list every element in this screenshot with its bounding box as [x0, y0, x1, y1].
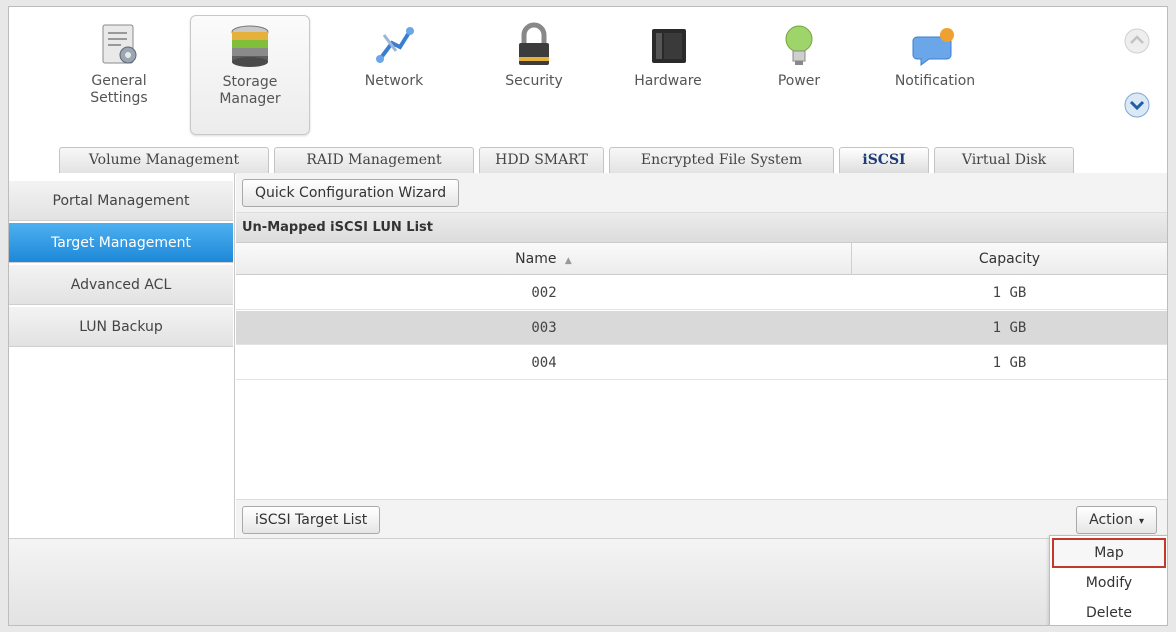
table-row[interactable]: 004 1 GB: [236, 346, 1167, 380]
nav-label-line1: Network: [364, 73, 424, 89]
footer-bar: [9, 538, 1167, 625]
cell-capacity: 1 GB: [992, 320, 1027, 336]
nav-power[interactable]: Power: [754, 15, 844, 135]
app-window: General Settings Storage Manager Network…: [8, 6, 1168, 626]
action-menu: Map Modify Delete: [1049, 535, 1167, 625]
top-nav: General Settings Storage Manager Network…: [9, 7, 1167, 147]
cell-name: 004: [531, 355, 557, 371]
sidebar: Portal Management Target Management Adva…: [9, 173, 235, 538]
cell-name: 002: [531, 285, 557, 301]
nav-general-settings[interactable]: General Settings: [69, 15, 169, 135]
iscsi-target-list-button[interactable]: iSCSI Target List: [242, 506, 381, 534]
nav-label-line2: Settings: [90, 90, 148, 106]
power-bulb-icon: [785, 25, 813, 65]
lock-icon: [519, 22, 549, 65]
nav-label-line2: Manager: [219, 91, 281, 107]
menu-item-delete[interactable]: Delete: [1050, 598, 1167, 625]
nav-label-line1: Security: [505, 73, 563, 89]
action-button-label: Action: [1089, 512, 1133, 528]
main-panel: Quick Configuration Wizard Un-Mapped iSC…: [236, 173, 1167, 538]
cell-capacity: 1 GB: [992, 285, 1027, 301]
nav-label-line1: Notification: [894, 73, 976, 89]
action-dropdown-button[interactable]: Action ▾: [1076, 506, 1157, 534]
nav-storage-manager[interactable]: Storage Manager: [190, 15, 310, 135]
column-header-name[interactable]: Name ▲: [236, 243, 852, 275]
chevron-down-icon[interactable]: [1123, 91, 1151, 119]
tab-virtual-disk[interactable]: Virtual Disk: [934, 147, 1074, 174]
quick-configuration-wizard-button[interactable]: Quick Configuration Wizard: [242, 179, 460, 207]
column-header-capacity[interactable]: Capacity: [852, 243, 1167, 275]
nav-security[interactable]: Security: [484, 15, 584, 135]
menu-item-modify[interactable]: Modify: [1050, 568, 1167, 598]
tab-iscsi[interactable]: iSCSI: [839, 147, 929, 174]
cell-capacity: 1 GB: [992, 355, 1027, 371]
sidebar-item-advanced-acl[interactable]: Advanced ACL: [9, 265, 233, 305]
general-settings-icon: [102, 24, 137, 64]
list-title: Un-Mapped iSCSI LUN List: [236, 213, 1167, 243]
chevron-down-icon: ▾: [1138, 516, 1144, 527]
sidebar-item-target-management[interactable]: Target Management: [9, 223, 233, 263]
nav-label-line1: Storage: [222, 74, 278, 90]
nav-network[interactable]: Network: [344, 15, 444, 135]
nav-hardware[interactable]: Hardware: [613, 15, 723, 135]
nav-label-line1: Hardware: [634, 73, 702, 89]
cell-name: 003: [531, 320, 557, 336]
sort-ascending-icon: ▲: [564, 256, 572, 266]
tab-raid-management[interactable]: RAID Management: [274, 147, 474, 174]
menu-item-map[interactable]: Map: [1052, 538, 1166, 568]
tab-encrypted-file-system[interactable]: Encrypted File System: [609, 147, 834, 174]
nav-label-line1: General: [91, 73, 147, 89]
hardware-icon: [652, 29, 686, 63]
tab-bar: Volume Management RAID Management HDD SM…: [9, 145, 1167, 174]
nav-label-line1: Power: [777, 73, 821, 89]
chevron-up-icon[interactable]: [1123, 27, 1151, 55]
column-name-label: Name: [515, 251, 557, 267]
toolbar: Quick Configuration Wizard: [236, 173, 1167, 213]
tab-hdd-smart[interactable]: HDD SMART: [479, 147, 604, 174]
sidebar-item-lun-backup[interactable]: LUN Backup: [9, 307, 233, 347]
table-row[interactable]: 002 1 GB: [236, 276, 1167, 310]
table-header: Name ▲ Capacity: [236, 243, 1167, 275]
table-row-selected[interactable]: 003 1 GB: [236, 311, 1167, 345]
storage-manager-icon: [231, 25, 269, 67]
tab-volume-management[interactable]: Volume Management: [59, 147, 269, 174]
sidebar-item-portal-management[interactable]: Portal Management: [9, 181, 233, 221]
bottom-toolbar: iSCSI Target List Action ▾: [236, 499, 1167, 538]
network-icon: [376, 27, 414, 63]
notification-icon: [912, 28, 954, 66]
nav-notification[interactable]: Notification: [875, 15, 995, 135]
